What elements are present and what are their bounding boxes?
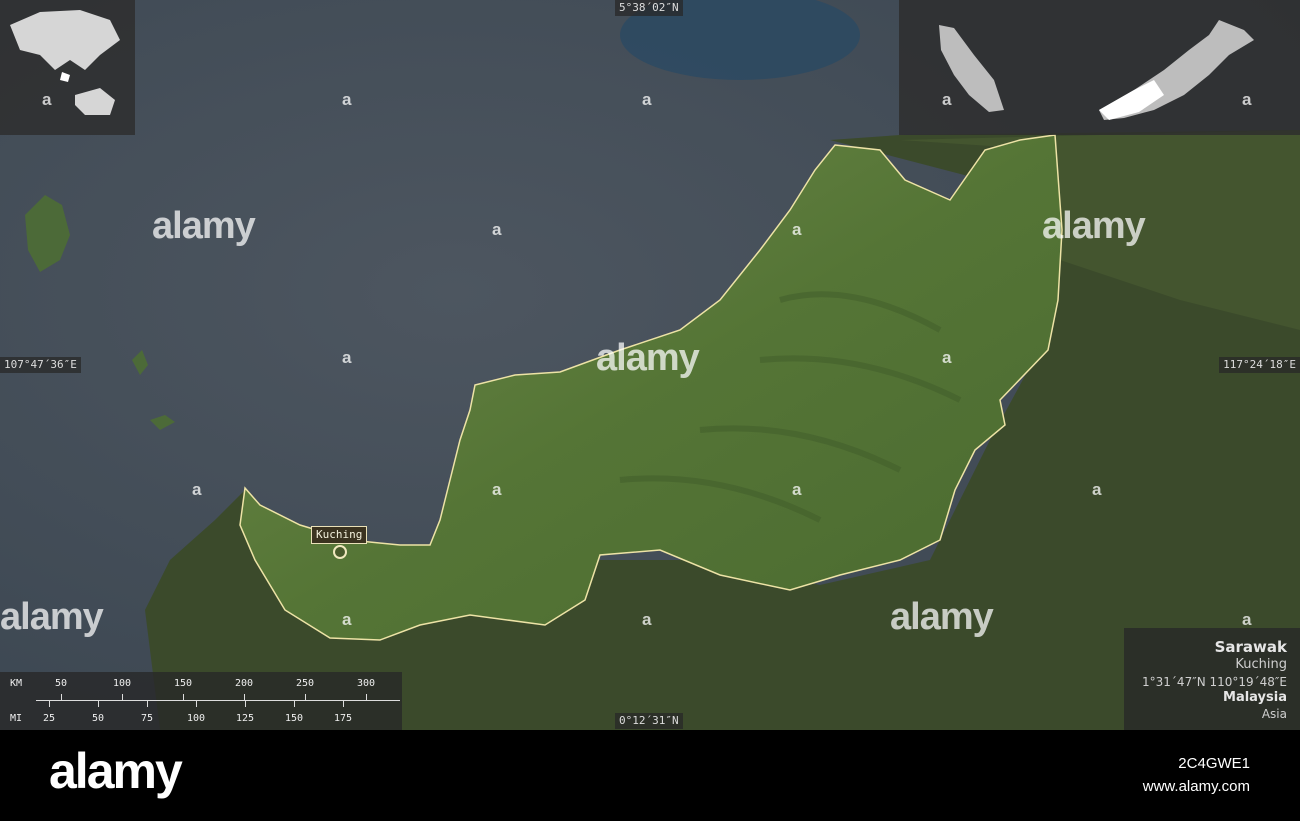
watermark-mark-icon: a [342, 610, 352, 629]
watermark-mark-icon: a [342, 348, 352, 367]
watermark-mark-icon: a [942, 90, 952, 109]
watermark-mark-icon: a [342, 90, 352, 109]
scale-tick-mark [147, 701, 148, 707]
scale-mi-tick: 175 [333, 713, 353, 724]
watermark-logo: alamy [1042, 205, 1146, 247]
scale-km-label: KM [10, 678, 23, 689]
watermark-mark-icon: a [642, 90, 652, 109]
coord-right: 117°24´18″E [1219, 357, 1300, 373]
watermark-mark-icon: a [192, 480, 202, 499]
scale-mi-tick: 150 [284, 713, 304, 724]
map-poster: 5°38´02″N 0°12´31″N 107°47´36″E 117°24´1… [0, 0, 1300, 821]
malaysia-locator-icon [939, 20, 1254, 120]
watermark-mark-icon: a [1242, 610, 1252, 629]
watermark-mark-icon: a [1242, 90, 1252, 109]
scale-km-tick: 200 [234, 678, 254, 689]
site-url: www.alamy.com [1142, 778, 1250, 795]
legend-country: Malaysia [1223, 690, 1287, 705]
watermark-mark-icon: a [1092, 480, 1102, 499]
footer-bar: alamy 2C4GWE1 www.alamy.com [0, 730, 1300, 821]
scale-tick-mark [343, 701, 344, 707]
legend-continent: Asia [1261, 707, 1287, 721]
scale-tick-mark [122, 694, 123, 700]
scale-bar: KM MI 50 100 150 200 250 300 25 50 75 10… [0, 672, 402, 730]
watermark-logo: alamy [596, 337, 700, 379]
scale-tick-mark [61, 694, 62, 700]
scale-mi-tick: 100 [186, 713, 206, 724]
asia-locator-icon [10, 10, 120, 115]
watermark-mark-icon: a [42, 90, 52, 109]
scale-mi-label: MI [10, 713, 23, 724]
satellite-map: 5°38´02″N 0°12´31″N 107°47´36″E 117°24´1… [0, 0, 1300, 730]
city-label-kuching: Kuching [311, 526, 368, 544]
image-id: 2C4GWE1 [1178, 755, 1250, 772]
scale-km-tick: 150 [173, 678, 193, 689]
legend-region: Sarawak [1214, 638, 1287, 656]
scale-tick-mark [294, 701, 295, 707]
watermark-mark-icon: a [642, 610, 652, 629]
scale-mi-tick: 50 [91, 713, 105, 724]
city-marker-icon [333, 545, 347, 559]
coord-bottom: 0°12´31″N [615, 713, 683, 729]
scale-tick-mark [98, 701, 99, 707]
watermark-mark-icon: a [792, 480, 802, 499]
country-inset [899, 0, 1300, 135]
world-inset [0, 0, 135, 135]
watermark-mark-icon: a [792, 220, 802, 239]
watermark-logo: alamy [152, 205, 256, 247]
scale-mi-tick: 125 [235, 713, 255, 724]
scale-line [36, 700, 400, 701]
watermark-mark-icon: a [492, 480, 502, 499]
footer-logo: alamy [49, 743, 183, 799]
scale-tick-mark [366, 694, 367, 700]
legend-coordinates: 1°31´47″N 110°19´48″E [1142, 675, 1287, 689]
scale-tick-mark [183, 694, 184, 700]
scale-mi-tick: 75 [140, 713, 154, 724]
scale-tick-mark [244, 694, 245, 700]
watermark-logo: alamy [890, 596, 994, 638]
scale-km-tick: 50 [54, 678, 68, 689]
scale-km-tick: 300 [356, 678, 376, 689]
coord-left: 107°47´36″E [0, 357, 81, 373]
scale-km-tick: 250 [295, 678, 315, 689]
legend-box: Sarawak Kuching 1°31´47″N 110°19´48″E Ma… [1124, 628, 1300, 730]
scale-km-tick: 100 [112, 678, 132, 689]
coord-top: 5°38´02″N [615, 0, 683, 16]
scale-tick-mark [305, 694, 306, 700]
scale-tick-mark [245, 701, 246, 707]
legend-capital: Kuching [1235, 657, 1287, 672]
watermark-mark-icon: a [492, 220, 502, 239]
scale-tick-mark [196, 701, 197, 707]
scale-tick-mark [49, 701, 50, 707]
scale-mi-tick: 25 [42, 713, 56, 724]
watermark-mark-icon: a [942, 348, 952, 367]
watermark-logo: alamy [0, 596, 104, 638]
